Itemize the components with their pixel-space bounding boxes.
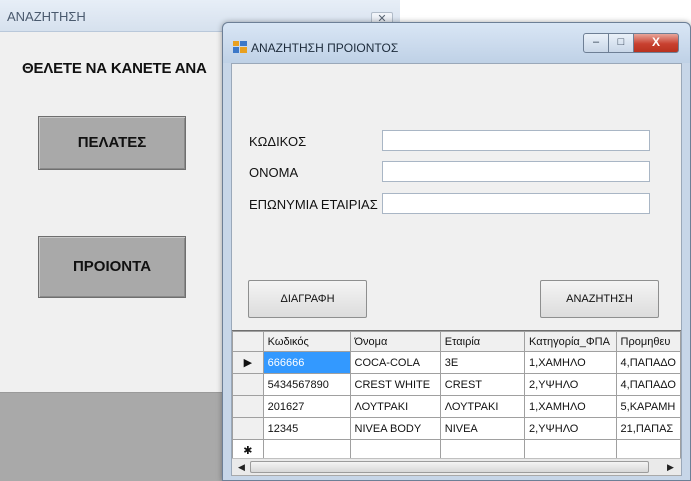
column-header[interactable]: Προμηθευ [615,331,681,352]
delete-button[interactable]: ΔΙΑΓΡΑΦΗ [248,280,367,318]
dialog-titlebar[interactable]: ΑΝΑΖΗΤΗΣΗ ΠΡΟΙΟΝΤΟΣ – □ X [223,23,690,63]
close-button[interactable]: X [633,33,679,53]
company-label: ΕΠΩΝΥΜΙΑ ΕΤΑΙΡΙΑΣ [249,197,378,212]
corner-header[interactable] [232,331,264,352]
customers-button[interactable]: ΠΕΛΑΤΕΣ [38,116,186,170]
table-cell[interactable]: NIVEA BODY [349,417,441,440]
table-header-row: Κωδικός Όνομα Εταιρία Κατηγορία_ΦΠΑ Προμ… [232,331,681,352]
table-row[interactable]: 5434567890 CREST WHITE CREST 2,ΥΨΗΛΟ 4,Π… [232,373,681,396]
row-header[interactable] [232,417,264,440]
maximize-button[interactable]: □ [608,33,634,53]
table-cell[interactable]: 2,ΥΨΗΛΟ [524,373,617,396]
table-cell[interactable]: 4,ΠΑΠΑΔΟ [615,373,681,396]
table-cell[interactable]: 201627 [262,395,351,418]
dialog-client-area: ΚΩΔΙΚΟΣ ΟΝΟΜΑ ΕΠΩΝΥΜΙΑ ΕΤΑΙΡΙΑΣ ΔΙΑΓΡΑΦΗ… [231,63,682,476]
table-cell[interactable]: COCA-COLA [349,351,441,374]
minimize-button[interactable]: – [583,33,609,53]
scroll-thumb[interactable] [250,461,649,473]
background-window-heading: ΘΕΛΕΤΕ ΝΑ ΚΑΝΕΤΕ ΑΝΑ [22,60,207,77]
products-table: Κωδικός Όνομα Εταιρία Κατηγορία_ΦΠΑ Προμ… [232,331,681,462]
scroll-right-arrow-icon[interactable]: ▶ [663,460,678,474]
row-header[interactable] [232,373,264,396]
table-cell[interactable]: ΛΟΥΤΡΑΚΙ [349,395,441,418]
search-button[interactable]: ΑΝΑΖΗΤΗΣΗ [540,280,659,318]
code-input[interactable] [382,130,650,151]
table-cell[interactable]: CREST [439,373,526,396]
products-button[interactable]: ΠΡΟΙΟΝΤΑ [38,236,186,298]
company-input[interactable] [382,193,650,214]
background-window-title: ΑΝΑΖΗΤΗΣΗ [7,9,86,24]
column-header[interactable]: Εταιρία [439,331,526,352]
column-header[interactable]: Κωδικός [262,331,351,352]
table-cell[interactable]: 2,ΥΨΗΛΟ [524,417,617,440]
table-cell[interactable]: NIVEA [439,417,526,440]
table-cell[interactable]: 21,ΠΑΠΑΣ [615,417,681,440]
name-label: ΟΝΟΜΑ [249,165,299,180]
table-cell[interactable]: ΛΟΥΤΡΑΚΙ [439,395,526,418]
products-grid[interactable]: Κωδικός Όνομα Εταιρία Κατηγορία_ΦΠΑ Προμ… [232,330,681,476]
table-row[interactable]: 12345 NIVEA BODY NIVEA 2,ΥΨΗΛΟ 21,ΠΑΠΑΣ [232,417,681,440]
table-cell[interactable]: 3E [439,351,526,374]
table-cell[interactable]: 12345 [262,417,351,440]
name-input[interactable] [382,161,650,182]
table-row[interactable]: ▶ 666666 COCA-COLA 3E 1,ΧΑΜΗΛΟ 4,ΠΑΠΑΔΟ [232,351,681,374]
table-cell[interactable]: 1,ΧΑΜΗΛΟ [524,395,617,418]
code-label: ΚΩΔΙΚΟΣ [249,134,307,149]
product-search-dialog: ΑΝΑΖΗΤΗΣΗ ΠΡΟΙΟΝΤΟΣ – □ X ΚΩΔΙΚΟΣ ΟΝΟΜΑ … [222,22,691,481]
app-icon [233,41,247,53]
table-row[interactable]: 201627 ΛΟΥΤΡΑΚΙ ΛΟΥΤΡΑΚΙ 1,ΧΑΜΗΛΟ 5,ΚΑΡΑ… [232,395,681,418]
table-cell[interactable]: 1,ΧΑΜΗΛΟ [524,351,617,374]
current-row-marker[interactable]: ▶ [232,351,264,374]
column-header[interactable]: Όνομα [349,331,441,352]
row-header[interactable] [232,395,264,418]
table-cell[interactable]: CREST WHITE [349,373,441,396]
table-cell[interactable]: 4,ΠΑΠΑΔΟ [615,351,681,374]
dialog-title: ΑΝΑΖΗΤΗΣΗ ΠΡΟΙΟΝΤΟΣ [251,41,399,55]
horizontal-scrollbar[interactable]: ◀ ▶ [232,458,681,475]
scroll-left-arrow-icon[interactable]: ◀ [234,460,249,474]
table-cell[interactable]: 5434567890 [262,373,351,396]
table-cell[interactable]: 666666 [262,351,351,374]
column-header[interactable]: Κατηγορία_ΦΠΑ [524,331,617,352]
table-cell[interactable]: 5,ΚΑΡΑΜΗ [615,395,681,418]
